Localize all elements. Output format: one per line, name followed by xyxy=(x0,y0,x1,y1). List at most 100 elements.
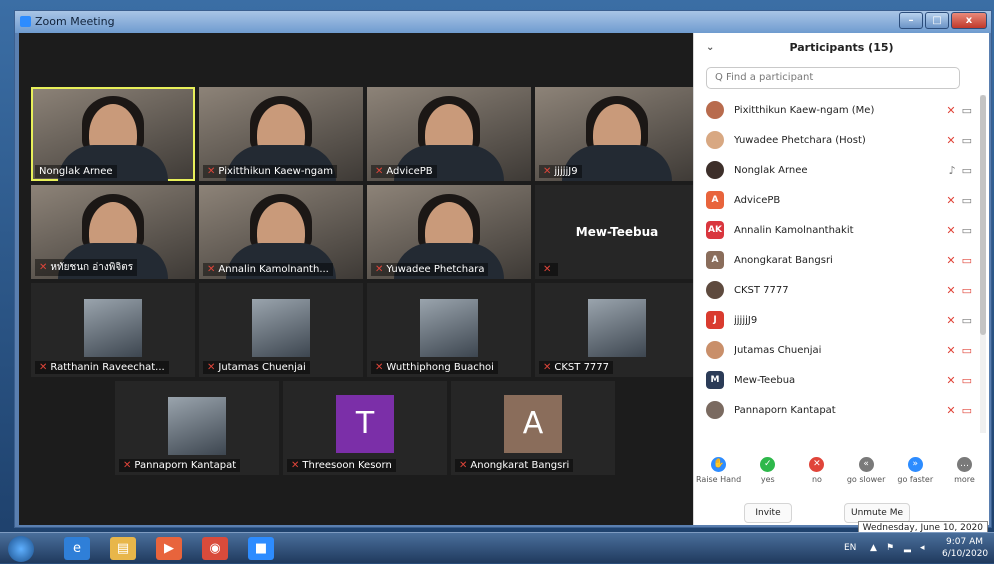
mic-muted-icon: ✕ xyxy=(375,264,384,275)
tile-name: Anongkarat Bangsri xyxy=(470,460,570,471)
participant-avatar xyxy=(706,131,724,149)
zoom-app-icon xyxy=(20,16,31,27)
participant-row[interactable]: Pannaporn Kantapat ✕ ▭ xyxy=(694,395,980,425)
scrollbar-thumb[interactable] xyxy=(980,95,986,335)
reaction-no-button[interactable]: ✕ no xyxy=(792,457,841,493)
tile-name-label: ✕ AdvicePB xyxy=(371,165,437,178)
profile-photo xyxy=(252,299,310,357)
volume-icon[interactable]: ◂ xyxy=(920,543,925,553)
video-tile[interactable]: Nonglak Arnee xyxy=(31,87,195,181)
video-tile[interactable]: ✕ Annalin Kamolnanth... xyxy=(199,185,363,279)
maximize-button[interactable]: □ xyxy=(925,12,949,29)
video-tile[interactable]: ✕ Pixitthikun Kaew-ngam xyxy=(199,87,363,181)
video-tile[interactable]: ✕ Yuwadee Phetchara xyxy=(367,185,531,279)
video-tile[interactable]: ✕ AdvicePB xyxy=(367,87,531,181)
participant-list-scrollbar[interactable] xyxy=(980,95,986,433)
tile-name-label: ✕ xyxy=(539,263,559,276)
clock-date[interactable]: 6/10/2020 xyxy=(942,549,988,559)
participant-avatar xyxy=(706,161,724,179)
mic-muted-icon: ✕ xyxy=(207,362,216,373)
mic-muted-icon: ✕ xyxy=(946,223,956,237)
taskbar-ie-icon[interactable]: e xyxy=(64,537,90,560)
participant-row[interactable]: CKST 7777 ✕ ▭ xyxy=(694,275,980,305)
reaction-yes-button[interactable]: ✓ yes xyxy=(743,457,792,493)
mic-muted-icon: ✕ xyxy=(946,343,956,357)
taskbar-zoom-icon[interactable]: ■ xyxy=(248,537,274,560)
camera-icon: ▭ xyxy=(961,103,972,117)
mic-muted-icon: ✕ xyxy=(291,460,300,471)
participant-avatar xyxy=(706,281,724,299)
taskbar-explorer-icon[interactable]: ▤ xyxy=(110,537,136,560)
mic-muted-icon: ✕ xyxy=(39,362,48,373)
network-icon[interactable]: ▂ xyxy=(904,543,911,553)
tile-name-label: ✕ หทัยชนก อ่างพิจิตร xyxy=(35,259,138,276)
participant-row[interactable]: A Anongkarat Bangsri ✕ ▭ xyxy=(694,245,980,275)
video-tile[interactable]: ✕ Pannaporn Kantapat xyxy=(115,381,279,475)
reaction-bar: ✋ Raise Hand ✓ yes ✕ no « go slower » go faster … m… xyxy=(694,457,989,493)
tile-name-label: ✕ Anongkarat Bangsri xyxy=(455,459,574,472)
participant-name: Pixitthikun Kaew-ngam (Me) xyxy=(734,104,875,116)
unmute-me-button[interactable]: Unmute Me xyxy=(844,503,910,523)
tray-arrow-icon[interactable]: ▲ xyxy=(870,543,877,553)
camera-off-icon: ▭ xyxy=(961,253,972,267)
reaction-go-slower-button[interactable]: « go slower xyxy=(842,457,891,493)
video-tile[interactable]: ✕ jjjjjJ9 xyxy=(535,87,699,181)
window-title: Zoom Meeting xyxy=(35,15,115,28)
camera-off-icon: ▭ xyxy=(961,403,972,417)
participant-row[interactable]: JjjjjjJ9 ✕ ▭ xyxy=(694,305,980,335)
video-tile[interactable]: ✕ Ratthanin Raveechat... xyxy=(31,283,195,377)
participant-row[interactable]: Nonglak Arnee ♪ ▭ xyxy=(694,155,980,185)
video-tile[interactable]: T ✕ Threesoon Kesorn xyxy=(283,381,447,475)
video-tile[interactable]: ✕ Wutthiphong Buachoi xyxy=(367,283,531,377)
participant-row[interactable]: Pixitthikun Kaew-ngam (Me) ✕ ▭ xyxy=(694,95,980,125)
participants-header: ⌄ Participants (15) xyxy=(694,33,989,63)
reaction-go-faster-button[interactable]: » go faster xyxy=(891,457,940,493)
camera-icon: ▭ xyxy=(961,133,972,147)
participant-avatar: AK xyxy=(706,221,724,239)
participant-row[interactable]: Yuwadee Phetchara (Host) ✕ ▭ xyxy=(694,125,980,155)
collapse-icon[interactable]: ⌄ xyxy=(706,33,714,63)
participant-list: Pixitthikun Kaew-ngam (Me) ✕ ▭ Yuwadee Phet… xyxy=(694,95,980,433)
reaction-label: go faster xyxy=(897,475,934,484)
participant-avatar: M xyxy=(706,371,724,389)
video-tile[interactable]: ✕ Jutamas Chuenjai xyxy=(199,283,363,377)
minimize-button[interactable]: – xyxy=(899,12,923,29)
reaction-raise-hand-button[interactable]: ✋ Raise Hand xyxy=(694,457,743,493)
taskbar-media-icon[interactable]: ▶ xyxy=(156,537,182,560)
participant-avatar xyxy=(706,101,724,119)
mic-muted-icon: ✕ xyxy=(207,166,216,177)
tile-name-label: ✕ Threesoon Kesorn xyxy=(287,459,396,472)
taskbar-chrome-icon[interactable]: ◉ xyxy=(202,537,228,560)
video-tile[interactable]: A ✕ Anongkarat Bangsri xyxy=(451,381,615,475)
flag-icon[interactable]: ⚑ xyxy=(886,543,894,553)
tile-name: หทัยชนก อ่างพิจิตร xyxy=(50,262,134,273)
reaction-icon: … xyxy=(956,457,972,472)
close-button[interactable]: x xyxy=(951,12,987,29)
video-tile[interactable]: ✕ CKST 7777 xyxy=(535,283,699,377)
reaction-icon: » xyxy=(907,457,923,472)
tile-name: Annalin Kamolnanth... xyxy=(218,264,329,275)
tile-name: Yuwadee Phetchara xyxy=(386,264,485,275)
tile-name-label: ✕ CKST 7777 xyxy=(539,361,614,374)
participant-row[interactable]: A AdvicePB ✕ ▭ xyxy=(694,185,980,215)
title-bar: Zoom Meeting – □ x xyxy=(15,11,991,33)
reaction-label: go slower xyxy=(846,475,886,484)
mic-muted-icon: ✕ xyxy=(207,264,216,275)
participant-row[interactable]: M Mew-Teebua ✕ ▭ xyxy=(694,365,980,395)
language-indicator[interactable]: EN xyxy=(844,543,856,553)
participant-row[interactable]: Jutamas Chuenjai ✕ ▭ xyxy=(694,335,980,365)
tile-name: Pannaporn Kantapat xyxy=(134,460,237,471)
start-button[interactable] xyxy=(8,536,34,562)
video-tile[interactable]: ✕ หทัยชนก อ่างพิจิตร xyxy=(31,185,195,279)
reaction-icon: ✕ xyxy=(809,457,825,472)
clock-time[interactable]: 9:07 AM xyxy=(946,537,983,547)
reaction-more-button[interactable]: … more xyxy=(940,457,989,493)
participants-panel: ⌄ Participants (15) Q Find a participant… xyxy=(693,33,989,525)
participant-row[interactable]: AK Annalin Kamolnanthakit ✕ ▭ xyxy=(694,215,980,245)
video-tile[interactable]: Mew-Teebua ✕ xyxy=(535,185,699,279)
camera-icon: ▭ xyxy=(961,313,972,327)
participant-search-input[interactable]: Q Find a participant xyxy=(706,67,960,89)
participant-name: Nonglak Arnee xyxy=(734,164,808,176)
invite-button[interactable]: Invite xyxy=(744,503,792,523)
mic-muted-icon: ✕ xyxy=(123,460,132,471)
